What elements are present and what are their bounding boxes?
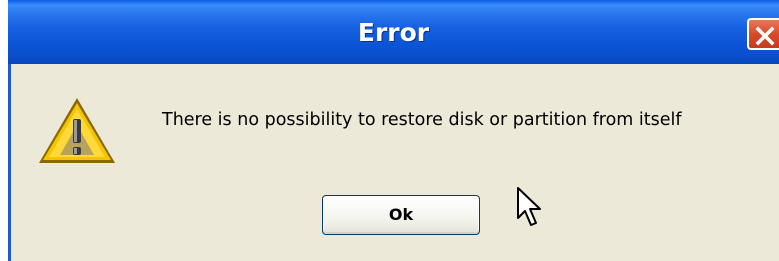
dialog-title: Error [357, 18, 430, 47]
warning-icon [39, 98, 115, 163]
close-icon [755, 26, 775, 46]
close-button[interactable] [747, 18, 779, 50]
title-bar[interactable]: Error [8, 0, 779, 64]
mouse-pointer-icon [517, 187, 541, 226]
ok-button[interactable]: Ok [322, 195, 480, 235]
error-message: There is no possibility to restore disk … [162, 110, 682, 130]
